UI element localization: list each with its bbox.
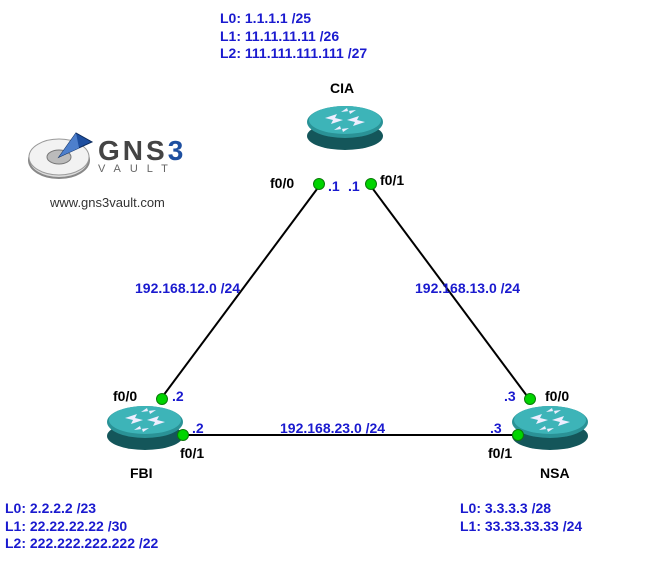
fbi-label: FBI: [130, 465, 153, 481]
nsa-label: NSA: [540, 465, 570, 481]
router-fbi: [105, 400, 185, 452]
link-cia-fbi-subnet: 192.168.12.0 /24: [135, 280, 240, 298]
router-icon: [305, 100, 385, 152]
link-cia-nsa-subnet: 192.168.13.0 /24: [415, 280, 520, 298]
router-icon: [510, 400, 590, 452]
nsa-if-top: f0/0: [545, 388, 569, 404]
topology-links: [0, 0, 649, 577]
router-nsa: [510, 400, 590, 452]
network-diagram: GNS3 VAULT www.gns3vault.com L0: 1.1.1.1…: [0, 0, 649, 577]
cia-loopbacks: L0: 1.1.1.1 /25 L1: 11.11.11.11 /26 L2: …: [220, 10, 367, 63]
nsa-loopbacks: L0: 3.3.3.3 /28 L1: 33.33.33.33 /24: [460, 500, 582, 535]
nsa-port-f0-0: [524, 393, 536, 405]
router-icon: [105, 400, 185, 452]
cia-label: CIA: [330, 80, 354, 96]
link-fbi-nsa-subnet: 192.168.23.0 /24: [280, 420, 385, 438]
fbi-port-f0-0: [156, 393, 168, 405]
cia-ip-right: .1: [348, 178, 360, 196]
brand-url: www.gns3vault.com: [50, 195, 165, 210]
cia-if-right: f0/1: [380, 172, 404, 188]
fbi-if-top: f0/0: [113, 388, 137, 404]
brand-gns: GNS: [98, 135, 168, 166]
fbi-port-f0-1: [177, 429, 189, 441]
fbi-loopbacks: L0: 2.2.2.2 /23 L1: 22.22.22.22 /30 L2: …: [5, 500, 158, 553]
brand-3: 3: [168, 135, 187, 166]
fbi-ip-right: .2: [192, 420, 204, 438]
cia-port-f0-1: [365, 178, 377, 190]
brand-vault: VAULT: [98, 163, 186, 175]
nsa-if-left: f0/1: [488, 445, 512, 461]
nsa-ip-left: .3: [490, 420, 502, 438]
router-cia: [305, 100, 385, 152]
nsa-ip-top: .3: [504, 388, 516, 406]
nsa-port-f0-1: [512, 429, 524, 441]
gns3vault-logo-icon: [24, 130, 94, 190]
cia-port-f0-0: [313, 178, 325, 190]
fbi-ip-top: .2: [172, 388, 184, 406]
gns3vault-wordmark: GNS3 VAULT: [98, 135, 186, 175]
cia-ip-left: .1: [328, 178, 340, 196]
cia-if-left: f0/0: [270, 175, 294, 191]
fbi-if-right: f0/1: [180, 445, 204, 461]
